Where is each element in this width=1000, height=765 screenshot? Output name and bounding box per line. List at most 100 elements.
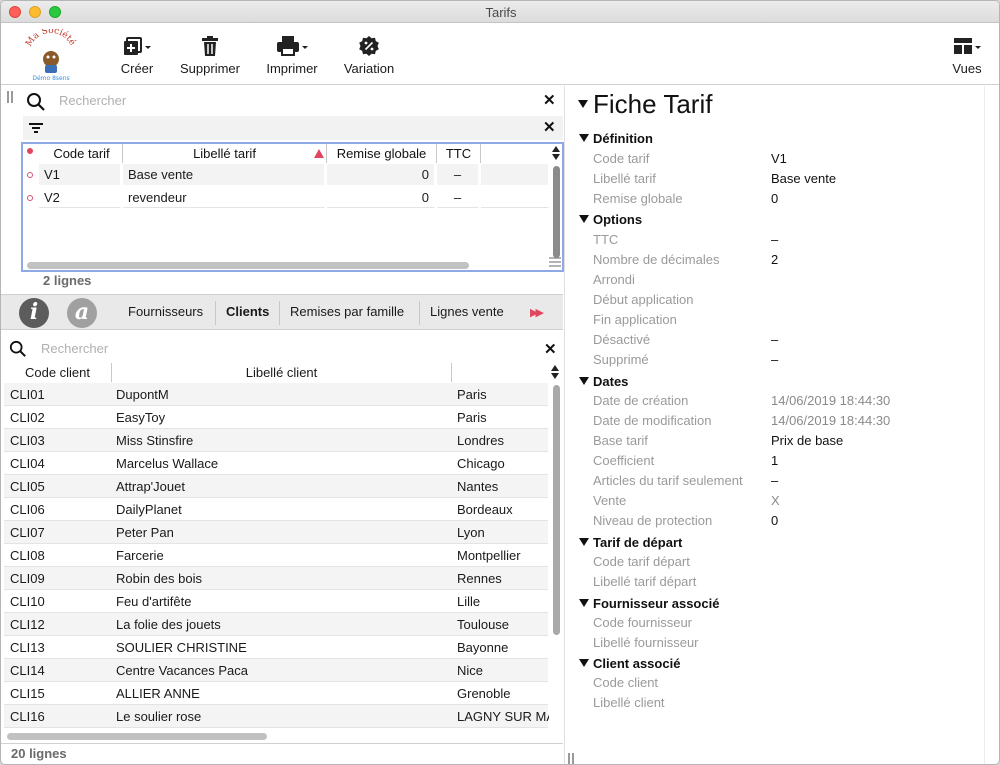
column-menu-icon[interactable] [550, 365, 560, 379]
collapse-triangle-icon[interactable] [579, 215, 589, 223]
cell-libelle[interactable]: revendeur [123, 187, 325, 208]
tarif-vertical-scrollbar[interactable] [553, 166, 560, 258]
delete-button[interactable]: Supprimer [177, 35, 243, 76]
collapse-triangle-icon[interactable] [579, 538, 589, 546]
tab-fournisseurs[interactable]: Fournisseurs [128, 304, 203, 319]
cell-ttc[interactable]: – [437, 164, 479, 185]
collapse-triangle-icon[interactable] [578, 100, 588, 108]
at-icon[interactable]: a [67, 298, 97, 328]
collapse-triangle-icon[interactable] [579, 599, 589, 607]
field-value-nb-decimales[interactable]: 2 [771, 252, 778, 267]
cell-ville: Montpellier [457, 548, 521, 563]
field-label-libelle-tarif-depart: Libellé tarif départ [593, 574, 697, 589]
col-code-tarif[interactable]: Code tarif [41, 144, 123, 163]
section-options[interactable]: Options [593, 212, 642, 227]
section-tarif-depart[interactable]: Tarif de départ [593, 535, 682, 550]
table-row[interactable]: CLI04 Marcelus Wallace Chicago [4, 452, 548, 475]
tarif-horizontal-scrollbar[interactable] [27, 262, 469, 269]
splitter-grip[interactable] [568, 753, 574, 764]
col-libelle-tarif[interactable]: Libellé tarif [123, 144, 327, 163]
cell-code[interactable]: V2 [39, 187, 121, 208]
clear-search-icon[interactable]: ✕ [543, 93, 556, 109]
tarif-table: Code tarif Libellé tarif Remise globale … [21, 142, 564, 272]
section-client[interactable]: Client associé [593, 656, 680, 671]
variation-button[interactable]: Variation [341, 35, 397, 76]
tarif-search-input[interactable]: Rechercher [59, 93, 126, 108]
cell-code[interactable]: V1 [39, 164, 121, 185]
client-vertical-scrollbar[interactable] [553, 385, 560, 635]
cell-code: CLI07 [10, 525, 45, 540]
table-row[interactable]: CLI07 Peter Pan Lyon [4, 521, 548, 544]
table-row[interactable]: CLI16 Le soulier rose LAGNY SUR MA [4, 705, 549, 728]
cell-libelle[interactable]: Base vente [123, 164, 325, 185]
collapse-triangle-icon[interactable] [579, 134, 589, 142]
col-empty [481, 144, 551, 163]
pane-grip[interactable] [7, 91, 13, 103]
client-horizontal-scrollbar[interactable] [7, 733, 267, 740]
table-row[interactable]: CLI08 Farcerie Montpellier [4, 544, 548, 567]
print-button[interactable]: Imprimer [263, 35, 321, 76]
clear-client-search-icon[interactable]: ✕ [544, 342, 557, 358]
collapse-triangle-icon[interactable] [579, 377, 589, 385]
table-row[interactable]: CLI13 SOULIER CHRISTINE Bayonne [4, 636, 548, 659]
table-row[interactable]: CLI05 Attrap'Jouet Nantes [4, 475, 548, 498]
col-libelle-client[interactable]: Libellé client [112, 363, 452, 382]
field-value-supprime[interactable]: – [771, 352, 778, 367]
table-row[interactable]: CLI14 Centre Vacances Paca Nice [4, 659, 548, 682]
cell-ville: LAGNY SUR MA [457, 709, 549, 724]
col-remise-globale[interactable]: Remise globale [327, 144, 437, 163]
section-fournisseur[interactable]: Fournisseur associé [593, 596, 719, 611]
col-code-client[interactable]: Code client [4, 363, 112, 382]
table-row[interactable]: CLI10 Feu d'artifête Lille [4, 590, 548, 613]
col-ttc[interactable]: TTC [437, 144, 481, 163]
pane-divider[interactable] [564, 86, 565, 764]
company-logo-icon: Ma Société Démo 8sens [24, 26, 78, 82]
table-row[interactable]: CLI03 Miss Stinsfire Londres [4, 429, 548, 452]
field-value-remise-globale[interactable]: 0 [771, 191, 778, 206]
row-indicator-icon [27, 172, 33, 178]
field-value-desactive[interactable]: – [771, 332, 778, 347]
filter-icon[interactable] [28, 122, 44, 134]
cell-code: CLI09 [10, 571, 45, 586]
col-ville[interactable] [452, 363, 548, 382]
field-value-code-tarif[interactable]: V1 [771, 151, 787, 166]
table-row[interactable]: CLI09 Robin des bois Rennes [4, 567, 548, 590]
create-label: Créer [120, 61, 154, 76]
field-value-libelle-tarif[interactable]: Base vente [771, 171, 836, 186]
svg-text:Démo 8sens: Démo 8sens [32, 75, 69, 81]
views-button[interactable]: Vues [949, 35, 985, 76]
collapse-triangle-icon[interactable] [579, 659, 589, 667]
field-value-coefficient[interactable]: 1 [771, 453, 778, 468]
tab-clients[interactable]: Clients [226, 304, 269, 319]
table-row[interactable]: CLI15 ALLIER ANNE Grenoble [4, 682, 548, 705]
field-value-articles-seulement[interactable]: – [771, 473, 778, 488]
info-icon[interactable]: i [19, 298, 49, 328]
more-tabs-icon[interactable]: ▶▶ [530, 306, 544, 319]
column-menu-icon[interactable] [551, 146, 561, 160]
cell-libelle: Miss Stinsfire [116, 433, 194, 448]
tab-remises-par-famille[interactable]: Remises par famille [290, 304, 404, 319]
table-row[interactable]: CLI02 EasyToy Paris [4, 406, 548, 429]
printer-icon [277, 36, 308, 56]
cell-code: CLI01 [10, 387, 45, 402]
cell-remise[interactable]: 0 [327, 164, 435, 185]
cell-ttc[interactable]: – [437, 187, 479, 208]
table-row[interactable]: CLI12 La folie des jouets Toulouse [4, 613, 548, 636]
cell-remise[interactable]: 0 [327, 187, 435, 208]
table-row[interactable]: CLI01 DupontM Paris [4, 383, 548, 406]
tarif-search-bar: Rechercher ✕ [23, 89, 563, 113]
field-value-niveau-protection[interactable]: 0 [771, 513, 778, 528]
tab-lignes-vente[interactable]: Lignes vente [430, 304, 504, 319]
field-value-vente: X [771, 493, 780, 508]
field-value-base-tarif[interactable]: Prix de base [771, 433, 843, 448]
fiche-title: Fiche Tarif [593, 89, 713, 119]
clear-filter-icon[interactable]: ✕ [543, 120, 556, 136]
table-row[interactable]: CLI06 DailyPlanet Bordeaux [4, 498, 548, 521]
section-definition[interactable]: Définition [593, 131, 653, 146]
client-search-input[interactable]: Rechercher [41, 341, 108, 356]
field-value-ttc[interactable]: – [771, 232, 778, 247]
resize-grip-icon[interactable] [549, 257, 561, 267]
create-button[interactable]: Créer [116, 35, 158, 76]
record-indicator-icon [27, 148, 33, 154]
section-dates[interactable]: Dates [593, 374, 628, 389]
